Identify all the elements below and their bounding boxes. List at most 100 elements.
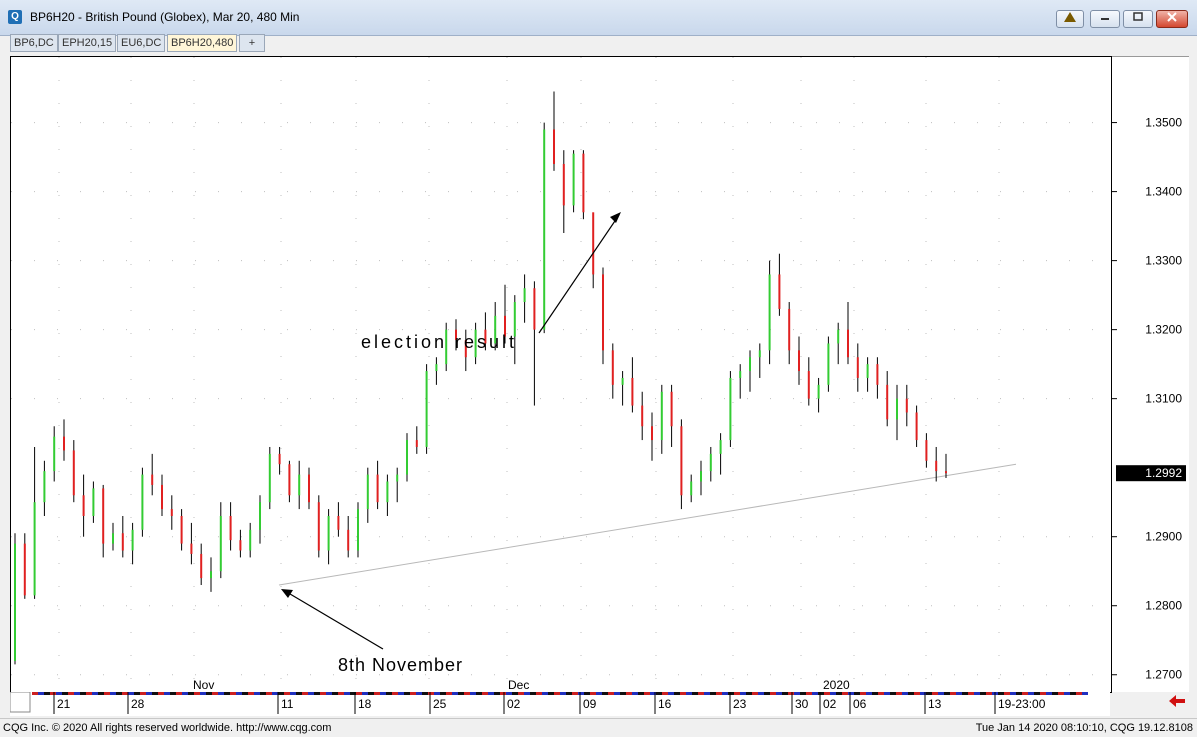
session-strip-segment	[1058, 692, 1064, 695]
scroll-to-end-arrow-icon[interactable]	[1168, 694, 1186, 713]
session-strip-segment	[368, 692, 374, 695]
election-arrow-head	[610, 212, 621, 223]
session-strip-segment	[620, 692, 626, 695]
month-label: Dec	[508, 678, 529, 692]
session-strip-segment	[692, 692, 698, 695]
session-strip-segment	[230, 692, 236, 695]
cqg-app-icon: Q	[8, 10, 22, 24]
session-strip-segment	[914, 692, 920, 695]
maximize-button[interactable]	[1123, 10, 1153, 28]
session-strip-segment	[824, 692, 830, 695]
candle-body	[63, 436, 65, 451]
close-button[interactable]	[1156, 10, 1188, 28]
candle-body	[239, 540, 242, 551]
session-strip-segment	[470, 692, 476, 695]
alert-icon[interactable]	[1056, 10, 1084, 28]
chart-plot-area[interactable]: election result 8th November Nov Dec 2020	[10, 56, 1112, 693]
price-axis[interactable]: 1.3500 1.3400 1.3300 1.3200 1.3100 1.2900 1.28…	[1112, 56, 1189, 692]
candle	[562, 150, 565, 234]
session-strip-segment	[1052, 692, 1058, 695]
candle	[935, 446, 938, 482]
candle	[376, 460, 379, 510]
candle	[357, 502, 359, 558]
session-strip-segment	[98, 692, 104, 695]
minimize-button[interactable]	[1090, 10, 1120, 28]
session-strip-segment	[164, 692, 170, 695]
session-strip-segment	[722, 692, 728, 695]
session-strip-segment	[1040, 692, 1046, 695]
session-strip-segment	[584, 692, 590, 695]
tab-eu6-dc[interactable]: EU6,DC	[117, 34, 166, 52]
date-ticks: 21 28 11 18 25 02 09 16 23 30 02 06 13 19-23:00	[53, 692, 1046, 714]
price-tick-label: 1.3300	[1145, 254, 1182, 268]
session-strip-segment	[794, 692, 800, 695]
session-strip-segment	[200, 692, 206, 695]
session-strip-segment	[884, 692, 890, 695]
candle-body	[641, 405, 644, 427]
timestamp-text: Tue Jan 14 2020 08:10:10, CQG 19.12.8108	[975, 722, 1193, 734]
session-strip-segment	[494, 692, 500, 695]
candle	[513, 295, 516, 365]
candle	[798, 336, 800, 385]
session-strip-segment	[674, 692, 680, 695]
candle	[856, 343, 859, 392]
eighth-november-label: 8th November	[338, 655, 463, 675]
tab-eph20-15[interactable]: EPH20,15	[58, 34, 117, 52]
tab-bp6-dc[interactable]: BP6,DC	[10, 34, 58, 52]
session-strip-segment	[872, 692, 878, 695]
axis-corner-box	[9, 691, 31, 713]
session-strip-segment	[158, 692, 164, 695]
candle-body	[102, 488, 105, 544]
candle-body	[680, 426, 683, 496]
candle-body	[621, 377, 624, 385]
candle	[317, 495, 320, 558]
session-strip-segment	[656, 692, 662, 695]
candle	[396, 467, 399, 503]
session-strip-segment	[704, 692, 710, 695]
session-strip-segment	[986, 692, 992, 695]
candle-body	[170, 509, 173, 516]
election-arrow-line	[538, 214, 620, 334]
candle-body	[298, 474, 301, 496]
candle	[886, 371, 889, 427]
session-strip-segment	[482, 692, 488, 695]
candle	[719, 433, 722, 475]
session-strip-segment	[764, 692, 770, 695]
candle-body	[386, 481, 389, 503]
candle-body	[131, 529, 134, 551]
status-bar: CQG Inc. © 2020 All rights reserved worl…	[0, 718, 1197, 737]
session-strip-segment	[758, 692, 764, 695]
candle-body	[259, 502, 261, 530]
session-strip-segment	[182, 692, 188, 695]
candle	[611, 343, 614, 399]
candle-body	[112, 533, 114, 544]
candle	[896, 384, 898, 441]
session-strip-segment	[938, 692, 944, 695]
candle-body	[631, 377, 634, 406]
candle-body	[72, 450, 75, 496]
session-strip-segment	[932, 692, 938, 695]
candle	[680, 419, 683, 510]
candle-body	[23, 543, 26, 596]
session-strip-segment	[212, 692, 218, 695]
candle-body	[602, 274, 604, 351]
session-strip-segment	[194, 692, 200, 695]
session-strip-segment	[998, 692, 1004, 695]
candle-body	[366, 474, 369, 510]
candle	[415, 426, 418, 454]
candle-body	[562, 163, 565, 206]
tab-bp6h20-480[interactable]: BP6H20,480	[167, 34, 238, 52]
add-tab-button[interactable]: +	[239, 34, 265, 52]
candle-body	[827, 343, 830, 385]
session-strip-segment	[56, 692, 62, 695]
candle	[386, 474, 389, 516]
session-strip-segment	[1034, 692, 1040, 695]
session-strip-segment	[788, 692, 794, 695]
session-strip-segment	[380, 692, 386, 695]
session-strip-segment	[878, 692, 884, 695]
session-strip-segment	[302, 692, 308, 695]
time-axis[interactable]: 21 28 11 18 25 02 09 16 23 30 02 06 13 19-23:00	[9, 691, 1110, 716]
candle-body	[533, 288, 536, 330]
price-tick-label: 1.3100	[1145, 392, 1182, 406]
november-arrow-head	[281, 589, 293, 598]
